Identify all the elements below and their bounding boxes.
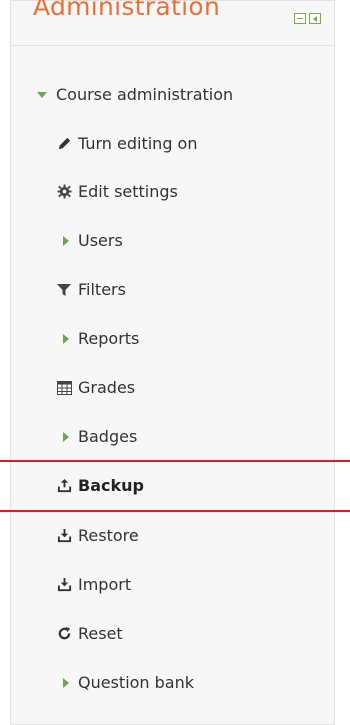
filters-link[interactable]: Filters [56, 280, 126, 299]
table-icon [56, 380, 72, 396]
highlight-bottom-line [0, 510, 350, 512]
users-node[interactable]: Users [56, 231, 123, 250]
refresh-icon [56, 626, 72, 642]
expanded-arrow-icon [34, 87, 50, 103]
backup-link[interactable]: Backup [56, 476, 144, 495]
collapsed-arrow-icon [56, 233, 72, 249]
reports-label: Reports [78, 329, 140, 348]
gear-icon [56, 184, 72, 200]
course-administration-label: Course administration [56, 85, 234, 104]
reset-link[interactable]: Reset [56, 624, 123, 643]
badges-node[interactable]: Badges [56, 427, 137, 446]
download-icon [56, 528, 72, 544]
import-link[interactable]: Import [56, 575, 131, 594]
grades-link[interactable]: Grades [56, 378, 135, 397]
turn-editing-on-link[interactable]: Turn editing on [56, 134, 197, 153]
restore-label: Restore [78, 526, 139, 545]
collapsed-arrow-icon [56, 675, 72, 691]
collapsed-arrow-icon [56, 429, 72, 445]
administration-block: Administration [10, 0, 335, 725]
block-title: Administration [33, 0, 221, 21]
course-administration-node[interactable]: Course administration [34, 85, 233, 104]
pencil-icon [56, 136, 72, 152]
edit-settings-label: Edit settings [78, 182, 178, 201]
block-controls [294, 13, 321, 24]
edit-settings-link[interactable]: Edit settings [56, 182, 178, 201]
backup-label: Backup [78, 476, 144, 495]
dock-block-icon[interactable] [309, 13, 321, 24]
filters-label: Filters [78, 280, 126, 299]
download-icon [56, 577, 72, 593]
highlight-top-line [0, 460, 350, 462]
badges-label: Badges [78, 427, 138, 446]
users-label: Users [78, 231, 123, 250]
upload-icon [56, 478, 72, 494]
grades-label: Grades [78, 378, 136, 397]
collapsed-arrow-icon [56, 331, 72, 347]
reports-node[interactable]: Reports [56, 329, 139, 348]
question-bank-label: Question bank [78, 673, 195, 692]
turn-editing-on-label: Turn editing on [78, 134, 198, 153]
restore-link[interactable]: Restore [56, 526, 139, 545]
reset-label: Reset [78, 624, 123, 643]
filter-icon [56, 282, 72, 298]
block-header: Administration [11, 0, 334, 46]
question-bank-node[interactable]: Question bank [56, 673, 194, 692]
collapse-block-icon[interactable] [294, 13, 306, 24]
import-label: Import [78, 575, 132, 594]
